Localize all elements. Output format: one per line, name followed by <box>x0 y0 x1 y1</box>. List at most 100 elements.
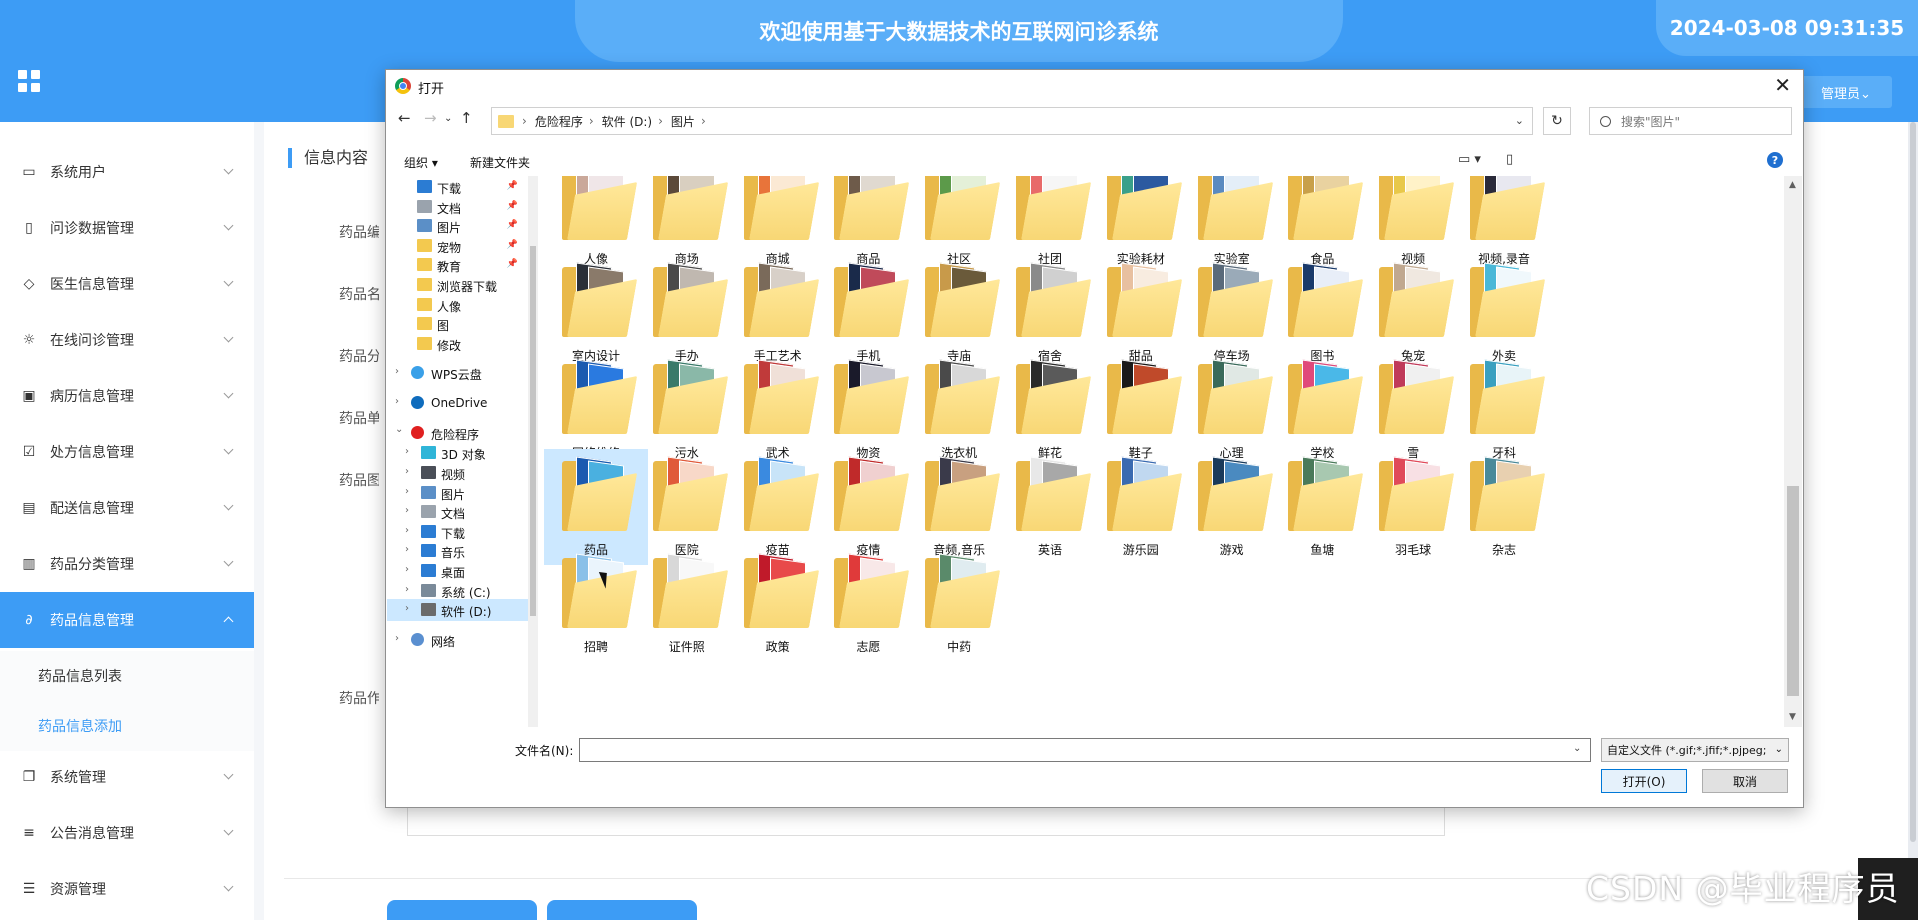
reset-button[interactable] <box>547 900 697 920</box>
folder-icon <box>421 466 436 479</box>
recent-chevron-icon[interactable]: ⌄ <box>444 113 452 124</box>
preview-pane-icon[interactable]: ▯ <box>1506 152 1513 167</box>
view-mode-icon[interactable]: ▭ ▾ <box>1458 152 1481 167</box>
folder-icon <box>743 176 812 240</box>
folder-item[interactable]: 游乐园 <box>1089 449 1193 565</box>
sidebar-item-7[interactable]: ▥ 药品分类管理 <box>0 536 254 592</box>
refresh-button[interactable]: ↻ <box>1543 107 1571 135</box>
folder-icon <box>417 278 432 291</box>
tree-item[interactable]: › WPS云盘 <box>387 362 528 384</box>
up-arrow-icon[interactable]: ↑ <box>460 109 473 127</box>
collapsed-chevron-icon[interactable]: › <box>405 544 409 555</box>
sidebar-item-8[interactable]: ∂ 药品信息管理 <box>0 592 254 648</box>
collapsed-chevron-icon[interactable]: › <box>405 486 409 497</box>
tree-scrollbar-thumb[interactable] <box>530 246 536 616</box>
folder-icon <box>834 359 902 434</box>
sidebar-item-4[interactable]: ▣ 病历信息管理 <box>0 368 254 424</box>
form-label-3: 药品单价 <box>339 411 379 427</box>
folder-icon <box>1470 456 1538 531</box>
tree-item[interactable]: 修改 <box>387 333 528 355</box>
collapsed-chevron-icon[interactable]: › <box>405 525 409 536</box>
chevron-icon <box>223 616 234 627</box>
folder-item[interactable]: 杂志 <box>1452 449 1556 565</box>
folder-icon <box>562 262 630 337</box>
sidebar-item-5[interactable]: ☑ 处方信息管理 <box>0 424 254 480</box>
tree-scrollbar[interactable] <box>528 176 538 727</box>
sidebar-item-11[interactable]: ☰ 资源管理 <box>0 861 254 917</box>
folder-item[interactable]: 中药 <box>907 546 1011 662</box>
expanded-chevron-icon[interactable]: ⌄ <box>395 424 403 435</box>
close-icon[interactable]: ✕ <box>1774 73 1791 97</box>
folder-icon <box>417 317 432 331</box>
pin-icon[interactable]: 📌 <box>507 220 518 230</box>
pin-icon[interactable]: 📌 <box>507 240 518 250</box>
pin-icon[interactable]: 📌 <box>507 259 518 269</box>
tree-item[interactable]: › 软件 (D:) <box>387 599 528 622</box>
sidebar-subitem-1[interactable]: 药品信息添加 <box>0 701 254 751</box>
tree-item[interactable]: › 网络 <box>387 629 528 651</box>
sidebar-item-10[interactable]: ≡ 公告消息管理 <box>0 805 254 861</box>
filename-dropdown-icon[interactable]: ⌄ <box>1573 743 1581 754</box>
page-scrollbar-thumb[interactable] <box>1910 122 1916 842</box>
cancel-button[interactable]: 取消 <box>1702 769 1788 793</box>
folder-icon <box>1288 176 1356 240</box>
sidebar-item-3[interactable]: ☼ 在线问诊管理 <box>0 312 254 368</box>
folder-item[interactable]: 游戏 <box>1180 449 1284 565</box>
page-scrollbar[interactable] <box>1908 122 1918 920</box>
address-bar[interactable]: › 危险程序 › 软件 (D:) › 图片 › ⌄ <box>491 107 1533 135</box>
collapsed-chevron-icon[interactable]: › <box>405 584 409 595</box>
submit-button[interactable] <box>387 900 537 920</box>
file-list-scrollbar-thumb[interactable] <box>1787 486 1799 696</box>
collapsed-chevron-icon[interactable]: › <box>405 446 409 457</box>
folder-item[interactable]: 招聘 <box>544 546 648 662</box>
sidebar-item-2[interactable]: ◇ 医生信息管理 <box>0 256 254 312</box>
sidebar-item-9[interactable]: ❐ 系统管理 <box>0 749 254 805</box>
sidebar-item-6[interactable]: ▤ 配送信息管理 <box>0 480 254 536</box>
search-icon <box>1600 115 1611 127</box>
user-menu-button[interactable]: 管理员⌄ <box>1800 76 1892 108</box>
collapsed-chevron-icon[interactable]: › <box>405 505 409 516</box>
scroll-down-icon[interactable]: ▼ <box>1789 712 1796 722</box>
search-input[interactable]: 搜索"图片" <box>1589 107 1792 135</box>
folder-icon <box>652 359 721 434</box>
folder-item[interactable]: 羽毛球 <box>1361 449 1465 565</box>
file-type-filter[interactable]: 自定义文件 (*.gif;*.jfif;*.pjpeg; ⌄ <box>1601 738 1789 762</box>
sidebar-subitem-0[interactable]: 药品信息列表 <box>0 651 254 701</box>
collapsed-chevron-icon[interactable]: › <box>395 633 399 644</box>
tree-item-label: 修改 <box>437 338 462 353</box>
folder-item[interactable]: 鱼塘 <box>1270 449 1374 565</box>
collapsed-chevron-icon[interactable]: › <box>405 564 409 575</box>
back-arrow-icon[interactable]: ← <box>398 109 411 127</box>
chevron-down-icon: ⌄ <box>1774 744 1783 755</box>
scroll-up-icon[interactable]: ▲ <box>1789 180 1796 190</box>
folder-item[interactable]: 证件照 <box>635 546 739 662</box>
form-label-1: 药品名称 <box>339 287 379 303</box>
sidebar-item-0[interactable]: ▭ 系统用户 <box>0 144 254 200</box>
folder-icon <box>652 456 721 531</box>
breadcrumb-item[interactable]: 图片 <box>671 113 695 130</box>
breadcrumb-item[interactable]: 软件 (D:) <box>602 113 652 130</box>
folder-item[interactable]: 政策 <box>726 546 830 662</box>
pin-icon[interactable]: 📌 <box>507 201 518 211</box>
sidebar-item-1[interactable]: ▯ 问诊数据管理 <box>0 200 254 256</box>
tree-item[interactable]: ⌄ 危险程序 <box>387 422 528 444</box>
address-dropdown-icon[interactable]: ⌄ <box>1515 114 1524 127</box>
organize-menu[interactable]: 组织 ▾ <box>404 154 438 171</box>
collapsed-chevron-icon[interactable]: › <box>405 466 409 477</box>
collapsed-chevron-icon[interactable]: › <box>395 396 399 407</box>
breadcrumb-item[interactable]: 危险程序 <box>535 113 583 130</box>
forward-arrow-icon[interactable]: → <box>424 109 437 127</box>
collapsed-chevron-icon[interactable]: › <box>395 366 399 377</box>
folder-item[interactable]: 英语 <box>998 449 1102 565</box>
collapsed-chevron-icon[interactable]: › <box>405 603 409 614</box>
open-button[interactable]: 打开(O) <box>1601 769 1687 793</box>
folder-item[interactable]: 志愿 <box>816 546 920 662</box>
sidebar-item-label: 公告消息管理 <box>50 826 134 842</box>
apps-grid-icon[interactable] <box>18 70 40 92</box>
file-list-scrollbar[interactable]: ▲ ▼ <box>1784 176 1802 727</box>
tree-item[interactable]: › OneDrive <box>387 392 528 414</box>
new-folder-button[interactable]: 新建文件夹 <box>470 154 530 171</box>
filename-input[interactable] <box>579 738 1591 762</box>
help-icon[interactable]: ? <box>1767 152 1783 168</box>
pin-icon[interactable]: 📌 <box>507 181 518 191</box>
